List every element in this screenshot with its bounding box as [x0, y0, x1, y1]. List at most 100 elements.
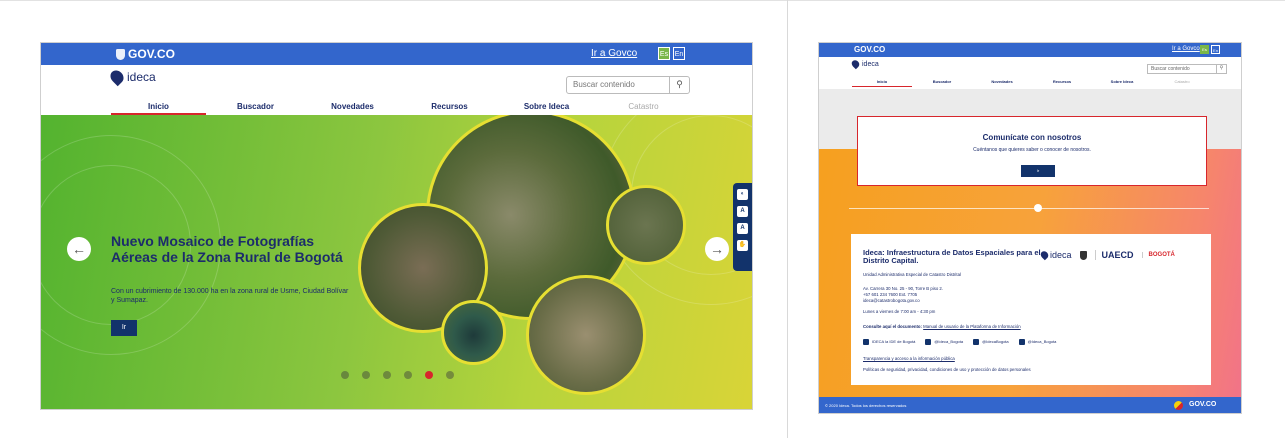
- uaecd-logo[interactable]: UAECD: [1094, 250, 1134, 260]
- manual-line: Consulte aquí el documento: Manual de us…: [863, 324, 1021, 330]
- manual-prefix: Consulte aquí el documento:: [863, 324, 922, 329]
- footer-copyright: © 2020 Ideca. Todos los derechos reserva…: [825, 403, 907, 408]
- aerial-photo-lake: [441, 300, 506, 365]
- facebook-icon: [925, 339, 932, 345]
- site-footer: © 2020 Ideca. Todos los derechos reserva…: [819, 397, 1241, 413]
- nav-item-buscador[interactable]: Buscador: [912, 79, 972, 87]
- hero-carousel: Nuevo Mosaico de Fotografías Aéreas de l…: [41, 115, 752, 409]
- gov-logo-text: GOV.CO: [128, 47, 175, 61]
- bogota-logo[interactable]: BOGOTÁ: [1141, 252, 1175, 258]
- carousel-prev-arrow-icon[interactable]: ←: [67, 237, 91, 261]
- ideca-footer-brand: ideca: [1050, 250, 1072, 260]
- twitter-link[interactable]: @IdecaBogota: [973, 339, 1009, 345]
- info-title: Ideca: Infraestructura de Datos Espacial…: [863, 248, 1041, 265]
- gov-logo[interactable]: GOV.CO: [116, 47, 175, 61]
- contact-go-button[interactable]: Ir: [1021, 165, 1055, 177]
- ideca-pin-icon: [850, 58, 861, 70]
- nav-item-recursos[interactable]: Recursos: [1032, 79, 1092, 87]
- lang-es-button[interactable]: Es: [1200, 45, 1209, 54]
- ideca-brand-text: ideca: [862, 60, 879, 68]
- info-email[interactable]: ideca@catastrobogota.gov.co: [863, 298, 920, 304]
- gov-top-bar: GOV.CO Ir a Govco Es En: [819, 43, 1241, 57]
- twitter-icon: [973, 339, 980, 345]
- contact-title: Comunícate con nosotros: [982, 133, 1082, 142]
- lang-en-button[interactable]: En: [673, 47, 685, 60]
- sign-language-icon[interactable]: ✋: [737, 240, 748, 251]
- social-links: IDECA la IDE de Bogotá @Ideca_Bogota @Id…: [863, 339, 1056, 345]
- youtube-link[interactable]: IDECA la IDE de Bogotá: [863, 339, 915, 345]
- search-placeholder: Buscar contenido: [1151, 66, 1190, 72]
- info-unit: Unidad Administrativa Especial de Catast…: [863, 272, 961, 277]
- policies-text[interactable]: Políticas de seguridad, privacidad, cond…: [863, 367, 1031, 373]
- font-decrease-icon[interactable]: A: [737, 206, 748, 217]
- footer-gov-logo[interactable]: GOV.CO: [1189, 401, 1216, 408]
- info-hours: Lunes a viernes de 7:00 am - 4:30 pm: [863, 309, 936, 314]
- main-nav: Inicio Buscador Novedades Recursos Sobre…: [111, 102, 691, 115]
- search-icon[interactable]: ⚲: [669, 76, 689, 94]
- carousel-dot[interactable]: [446, 371, 454, 379]
- location-pin-icon: [1034, 204, 1042, 212]
- panel-divider: [787, 0, 788, 438]
- carousel-dot[interactable]: [383, 371, 391, 379]
- nav-item-novedades[interactable]: Novedades: [972, 79, 1032, 87]
- gov-link[interactable]: Ir a Govco: [1172, 46, 1200, 52]
- search-input[interactable]: Buscar contenido ⚲: [1147, 64, 1227, 74]
- facebook-link[interactable]: @Ideca_Bogota: [925, 339, 963, 345]
- gov-top-bar: GOV.CO Ir a Govco Es En: [41, 43, 752, 65]
- screenshot-canvas: GOV.CO Ir a Govco Es En ideca Buscar con…: [0, 0, 1285, 438]
- hero-subtitle: Con un cubrimiento de 130.000 ha en la z…: [111, 288, 349, 304]
- bogota-shield-icon: [1079, 250, 1087, 260]
- ideca-logo[interactable]: ideca: [107, 67, 156, 87]
- lang-es-button[interactable]: Es: [658, 47, 670, 60]
- twitter-label: @IdecaBogota: [982, 339, 1009, 345]
- search-icon[interactable]: ⚲: [1216, 64, 1226, 74]
- search-input[interactable]: Buscar contenido ⚲: [566, 76, 690, 94]
- hero-title: Nuevo Mosaico de Fotografías Aéreas de l…: [111, 233, 343, 265]
- manual-link[interactable]: Manual de usuario de la Plataforma de In…: [923, 324, 1020, 329]
- site-header: ideca Buscar contenido ⚲ Inicio Buscador…: [41, 65, 752, 115]
- instagram-link[interactable]: @Ideca_Bogota: [1018, 339, 1057, 345]
- nav-item-sobre-ideca[interactable]: Sobre Ideca: [1092, 79, 1152, 87]
- co-logo-icon: [1174, 401, 1183, 410]
- partner-logos: ideca UAECD BOGOTÁ: [1039, 249, 1175, 261]
- facebook-label: @Ideca_Bogota: [934, 339, 964, 345]
- ideca-logo[interactable]: ideca: [850, 58, 879, 70]
- frame-top-line: [0, 0, 1285, 1]
- contact-page-screenshot: GOV.CO Ir a Govco Es En ideca Buscar con…: [818, 42, 1242, 414]
- nav-item-inicio[interactable]: Inicio: [852, 79, 912, 87]
- aerial-photo-valley: [526, 275, 646, 395]
- youtube-label: IDECA la IDE de Bogotá: [872, 339, 916, 345]
- site-header: ideca Buscar contenido ⚲ Inicio Buscador…: [819, 57, 1241, 89]
- carousel-next-arrow-icon[interactable]: →: [705, 237, 729, 261]
- font-increase-icon[interactable]: A: [737, 223, 748, 234]
- carousel-dot[interactable]: [362, 371, 370, 379]
- carousel-dot-active[interactable]: [425, 371, 433, 379]
- separator-line: [849, 208, 1209, 209]
- carousel-dot[interactable]: [404, 371, 412, 379]
- ideca-pin-icon: [1039, 249, 1050, 261]
- lang-en-button[interactable]: En: [1211, 45, 1220, 54]
- instagram-label: @Ideca_Bogota: [1027, 339, 1057, 345]
- search-placeholder: Buscar contenido: [573, 80, 635, 89]
- aerial-photo-fields: [606, 185, 686, 265]
- youtube-icon: [863, 339, 869, 345]
- contact-subtitle: Cuéntanos que quieres saber o conocer de…: [973, 147, 1091, 153]
- nav-item-catastro[interactable]: Catastro: [596, 102, 691, 115]
- gov-logo[interactable]: GOV.CO: [854, 45, 885, 54]
- nav-item-inicio[interactable]: Inicio: [111, 102, 206, 115]
- transparency-text: Transparencia y acceso a la información …: [863, 356, 955, 361]
- gov-shield-icon: [116, 48, 125, 60]
- carousel-dot[interactable]: [341, 371, 349, 379]
- nav-item-sobre-ideca[interactable]: Sobre Ideca: [499, 102, 594, 115]
- nav-item-novedades[interactable]: Novedades: [305, 102, 400, 115]
- nav-item-recursos[interactable]: Recursos: [402, 102, 497, 115]
- nav-item-buscador[interactable]: Buscador: [208, 102, 303, 115]
- gov-link[interactable]: Ir a Govco: [591, 48, 637, 59]
- ideca-pin-icon: [107, 67, 127, 87]
- instagram-icon: [1018, 339, 1025, 345]
- ideca-footer-logo[interactable]: ideca: [1039, 249, 1072, 261]
- transparency-link[interactable]: Transparencia y acceso a la información …: [863, 356, 955, 362]
- contrast-icon[interactable]: ◐: [737, 189, 748, 200]
- hero-go-button[interactable]: Ir: [111, 320, 137, 336]
- nav-item-catastro[interactable]: Catastro: [1152, 79, 1212, 87]
